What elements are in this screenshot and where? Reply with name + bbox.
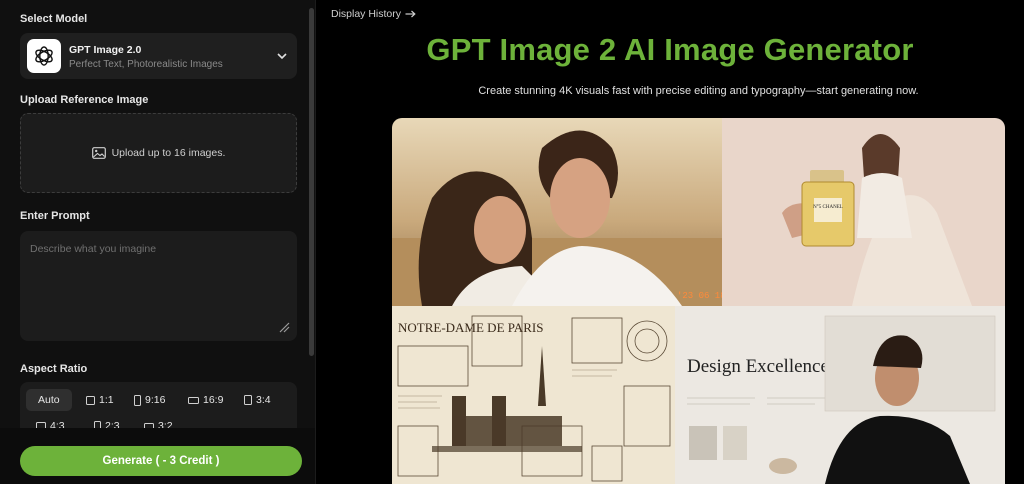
aspect-ratio-label: Aspect Ratio bbox=[20, 363, 88, 375]
aspect-ratio-group: Auto 1:1 9:16 16:9 3:4 4:3 2:3 3:2 bbox=[20, 382, 297, 428]
sidebar: Select Model GPT Image 2.0 Perfect Text,… bbox=[0, 0, 316, 484]
aspect-option-16-9[interactable]: 16:9 bbox=[182, 389, 229, 411]
prompt-input[interactable] bbox=[20, 231, 297, 341]
display-history-label: Display History bbox=[331, 8, 402, 20]
sidebar-scroll-area[interactable]: Select Model GPT Image 2.0 Perfect Text,… bbox=[0, 0, 316, 428]
aspect-option-label: 16:9 bbox=[203, 394, 224, 406]
aspect-option-3-4[interactable]: 3:4 bbox=[238, 389, 277, 411]
upload-dropzone[interactable]: Upload up to 16 images. bbox=[20, 113, 297, 193]
square-ratio-icon bbox=[86, 395, 95, 405]
portrait-ratio-icon bbox=[244, 395, 252, 405]
generate-button[interactable]: Generate ( - 3 Credit ) bbox=[20, 446, 302, 476]
openai-logo-icon bbox=[27, 39, 61, 73]
display-history-link[interactable]: Display History bbox=[331, 8, 416, 20]
select-model-label: Select Model bbox=[20, 13, 88, 25]
perfume-label: N°5 CHANEL bbox=[813, 205, 843, 210]
aspect-option-1-1[interactable]: 1:1 bbox=[80, 389, 120, 411]
portrait-ratio-icon bbox=[94, 421, 101, 428]
enter-prompt-label: Enter Prompt bbox=[20, 210, 90, 222]
sidebar-footer: Generate ( - 3 Credit ) bbox=[0, 428, 315, 484]
portrait-ratio-icon bbox=[134, 394, 141, 406]
resize-handle-icon[interactable] bbox=[278, 321, 290, 333]
aspect-option-2-3[interactable]: 2:3 bbox=[88, 415, 126, 428]
design-excellence-image: Design Excellence. bbox=[675, 306, 1005, 484]
model-description: Perfect Text, Photorealistic Images bbox=[69, 59, 223, 70]
photo-timestamp: '23 06 18 bbox=[677, 291, 722, 301]
aspect-option-label: 2:3 bbox=[105, 420, 120, 428]
upload-reference-label: Upload Reference Image bbox=[20, 94, 149, 106]
aspect-option-label: 1:1 bbox=[99, 394, 114, 406]
landscape-ratio-icon bbox=[188, 396, 199, 404]
image-icon bbox=[91, 147, 106, 159]
notre-dame-sketch-image: NOTRE-DAME DE PARIS bbox=[392, 306, 675, 484]
aspect-option-9-16[interactable]: 9:16 bbox=[128, 389, 171, 411]
aspect-option-label: Auto bbox=[38, 394, 60, 406]
aspect-option-label: 4:3 bbox=[50, 420, 65, 428]
perfume-model-image: N°5 CHANEL bbox=[722, 118, 1005, 306]
page-title: GPT Image 2 AI Image Generator bbox=[426, 32, 914, 67]
example-gallery: '23 06 18 N°5 CHANEL NOTRE-DAME DE PARIS bbox=[392, 118, 1005, 484]
design-title: Design Excellence. bbox=[687, 356, 834, 377]
aspect-option-label: 9:16 bbox=[145, 394, 166, 406]
upload-text: Upload up to 16 images. bbox=[111, 147, 226, 159]
aspect-option-label: 3:4 bbox=[256, 394, 271, 406]
couple-portrait-image: '23 06 18 bbox=[392, 118, 722, 306]
arrow-right-icon bbox=[405, 10, 416, 18]
model-select-dropdown[interactable]: GPT Image 2.0 Perfect Text, Photorealist… bbox=[20, 33, 297, 79]
sidebar-scrollbar[interactable] bbox=[309, 8, 314, 356]
page-subtitle: Create stunning 4K visuals fast with pre… bbox=[478, 85, 919, 97]
model-name: GPT Image 2.0 bbox=[69, 44, 142, 56]
aspect-option-4-3[interactable]: 4:3 bbox=[30, 415, 71, 428]
aspect-option-3-2[interactable]: 3:2 bbox=[138, 415, 179, 428]
aspect-option-auto[interactable]: Auto bbox=[26, 389, 72, 411]
aspect-option-label: 3:2 bbox=[158, 420, 173, 428]
chevron-down-icon bbox=[277, 53, 287, 60]
